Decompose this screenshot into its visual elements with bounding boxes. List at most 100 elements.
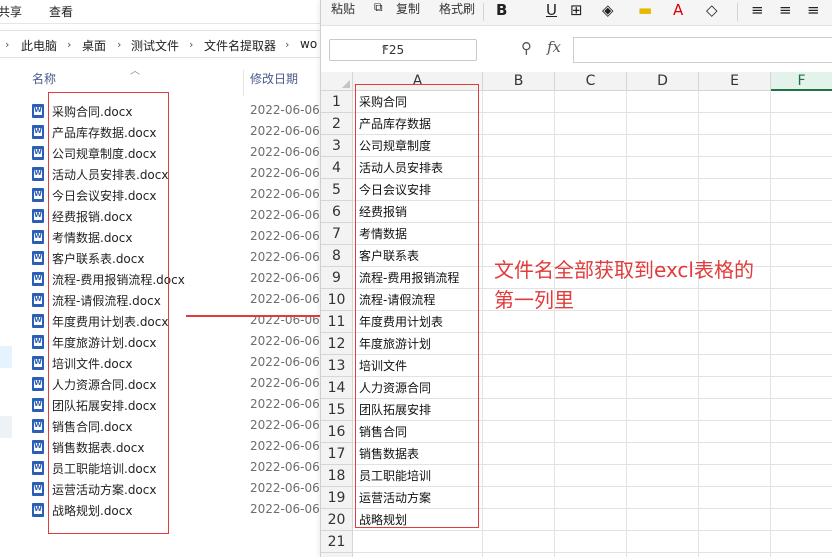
file-date: 2022-06-06: [250, 460, 320, 474]
clear-format-icon[interactable]: ◇: [706, 1, 718, 19]
align-center-icon[interactable]: ≡: [779, 1, 792, 19]
file-date: 2022-06-06: [250, 334, 320, 348]
breadcrumb-separator-icon: ›: [5, 38, 10, 51]
underline-button[interactable]: U: [546, 1, 557, 19]
annotation-line-1: 文件名全部获取到excl表格的: [494, 258, 754, 282]
word-doc-icon: W: [32, 230, 44, 244]
row-header[interactable]: 9: [321, 267, 353, 289]
row-header[interactable]: 7: [321, 223, 353, 245]
file-date: 2022-06-06: [250, 397, 320, 411]
row-header[interactable]: 8: [321, 245, 353, 267]
row-header[interactable]: 13: [321, 355, 353, 377]
row-header[interactable]: 10: [321, 289, 353, 311]
gridline: [353, 552, 832, 553]
file-date: 2022-06-06: [250, 271, 320, 285]
sort-ascending-icon: ︿: [130, 66, 140, 77]
word-doc-icon: W: [32, 335, 44, 349]
file-date: 2022-06-06: [250, 187, 320, 201]
word-doc-icon: W: [32, 461, 44, 475]
highlight-box-column-a: [355, 84, 479, 528]
column-divider[interactable]: [243, 70, 244, 96]
word-doc-icon: W: [32, 125, 44, 139]
column-header-name[interactable]: 名称: [32, 70, 56, 94]
breadcrumb-separator-icon: ›: [67, 38, 72, 51]
annotation-line-2: 第一列里: [494, 288, 574, 312]
column-header-f[interactable]: F: [771, 72, 832, 91]
row-header[interactable]: 12: [321, 333, 353, 355]
select-all-corner[interactable]: [321, 72, 353, 91]
file-date: 2022-06-06: [250, 229, 320, 243]
row-header[interactable]: 14: [321, 377, 353, 399]
file-date: 2022-06-06: [250, 439, 320, 453]
row-header[interactable]: 1: [321, 91, 353, 113]
word-doc-icon: W: [32, 440, 44, 454]
align-right-icon[interactable]: ≡: [807, 1, 820, 19]
row-header[interactable]: 17: [321, 443, 353, 465]
highlight-color-icon[interactable]: ▬: [638, 1, 652, 19]
row-header[interactable]: 18: [321, 465, 353, 487]
gridline: [770, 91, 771, 557]
bold-button[interactable]: B: [496, 1, 507, 19]
row-header[interactable]: 20: [321, 509, 353, 531]
row-header[interactable]: 5: [321, 179, 353, 201]
row-header[interactable]: 2: [321, 113, 353, 135]
border-icon[interactable]: ⊞: [570, 1, 583, 19]
word-doc-icon: W: [32, 209, 44, 223]
column-header-b[interactable]: B: [483, 72, 555, 91]
breadcrumb-item[interactable]: 桌面: [82, 37, 106, 54]
file-date: 2022-06-06: [250, 292, 320, 306]
toolbar-divider: [483, 3, 484, 21]
function-icon[interactable]: fx: [547, 38, 561, 56]
breadcrumb-item[interactable]: 测试文件: [131, 37, 179, 54]
ribbon-tab-view[interactable]: 查看: [49, 3, 73, 20]
row-header[interactable]: 11: [321, 311, 353, 333]
row-header[interactable]: 19: [321, 487, 353, 509]
row-header[interactable]: 16: [321, 421, 353, 443]
chevron-down-icon[interactable]: ▾: [382, 44, 472, 54]
name-box[interactable]: F25 ▾: [329, 39, 477, 61]
gridline: [698, 91, 699, 557]
breadcrumb-item[interactable]: wo: [300, 37, 317, 51]
format-painter-button[interactable]: 格式刷: [439, 0, 475, 17]
word-doc-icon: W: [32, 314, 44, 328]
gridline: [554, 91, 555, 557]
row-header[interactable]: 15: [321, 399, 353, 421]
row-header[interactable]: 22: [321, 553, 353, 557]
word-doc-icon: W: [32, 482, 44, 496]
ribbon-tab-share[interactable]: 共享: [0, 3, 22, 20]
highlight-box-filenames: [48, 92, 169, 534]
fill-color-icon[interactable]: ◈: [602, 1, 614, 19]
paste-button[interactable]: 粘贴: [331, 0, 355, 17]
breadcrumb-separator-icon: ›: [285, 38, 290, 51]
row-header[interactable]: 21: [321, 531, 353, 553]
breadcrumb-separator-icon: ›: [189, 38, 194, 51]
gridline: [353, 530, 832, 531]
column-header-e[interactable]: E: [699, 72, 771, 91]
column-header-c[interactable]: C: [555, 72, 627, 91]
formula-input[interactable]: [573, 37, 832, 63]
font-color-icon[interactable]: A: [673, 1, 683, 19]
copy-icon: ⧉: [374, 0, 383, 14]
gridline: [482, 91, 483, 557]
row-header[interactable]: 6: [321, 201, 353, 223]
row-header[interactable]: 3: [321, 135, 353, 157]
annotation-text: 文件名全部获取到excl表格的 第一列里: [494, 255, 754, 315]
column-header-modified[interactable]: 修改日期: [250, 70, 298, 94]
screenshot-root: 共享 查看 › 此电脑 › 桌面 › 测试文件 › 文件名提取器 › wo ︿ …: [0, 0, 832, 557]
column-header-d[interactable]: D: [627, 72, 699, 91]
ribbon-toolbar: 粘贴 ⧉ 复制 格式刷 B U ⊞ ◈ ▬ A ◇ ≡ ≡ ≡: [321, 0, 832, 26]
file-date: 2022-06-06: [250, 208, 320, 222]
zoom-search-icon[interactable]: ⚲: [521, 39, 532, 57]
breadcrumb-item[interactable]: 此电脑: [21, 37, 57, 54]
breadcrumb-separator-icon: ›: [117, 38, 122, 51]
file-explorer: 共享 查看 › 此电脑 › 桌面 › 测试文件 › 文件名提取器 › wo ︿ …: [0, 0, 346, 557]
row-header[interactable]: 4: [321, 157, 353, 179]
file-date: 2022-06-06: [250, 355, 320, 369]
copy-button[interactable]: 复制: [396, 0, 420, 17]
file-date: 2022-06-06: [250, 124, 320, 138]
word-doc-icon: W: [32, 272, 44, 286]
word-doc-icon: W: [32, 398, 44, 412]
align-left-icon[interactable]: ≡: [751, 1, 764, 19]
breadcrumb-item[interactable]: 文件名提取器: [204, 37, 276, 54]
address-bar[interactable]: › 此电脑 › 桌面 › 测试文件 › 文件名提取器 › wo: [0, 30, 320, 58]
